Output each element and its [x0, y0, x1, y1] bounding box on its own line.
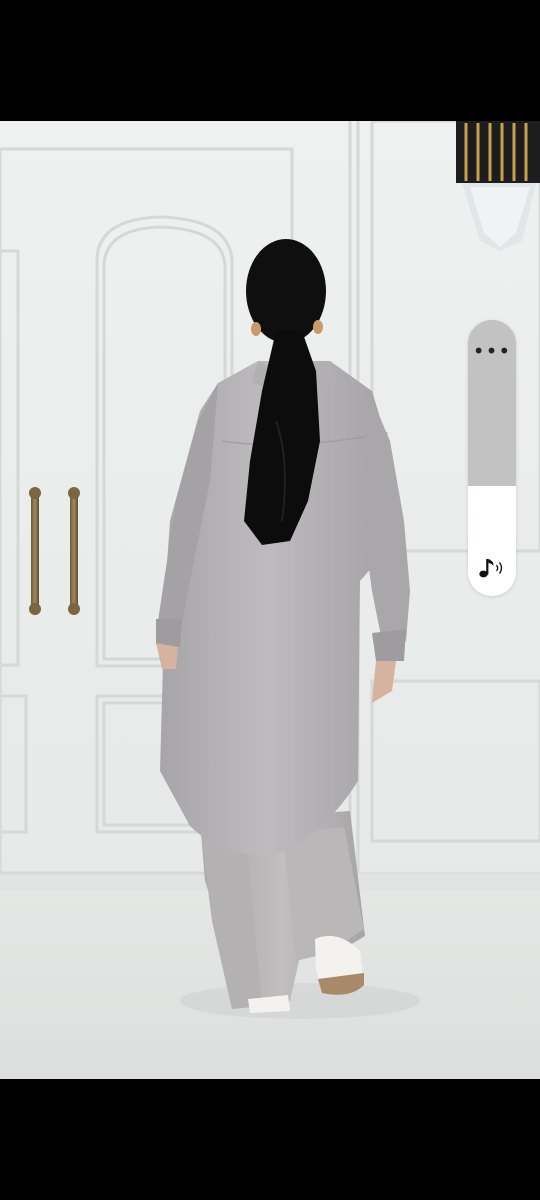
video-player-screen: •••	[0, 0, 540, 1200]
more-options-button[interactable]: •••	[468, 330, 516, 372]
music-note-volume-icon	[479, 559, 503, 578]
more-options-icon: •••	[472, 339, 512, 363]
letterbox-bottom	[0, 1079, 540, 1200]
volume-slider-panel[interactable]: •••	[468, 320, 516, 596]
sound-toggle-button[interactable]	[468, 548, 516, 588]
video-still	[0, 121, 540, 1079]
video-frame[interactable]	[0, 121, 540, 1079]
letterbox-top	[0, 0, 540, 121]
